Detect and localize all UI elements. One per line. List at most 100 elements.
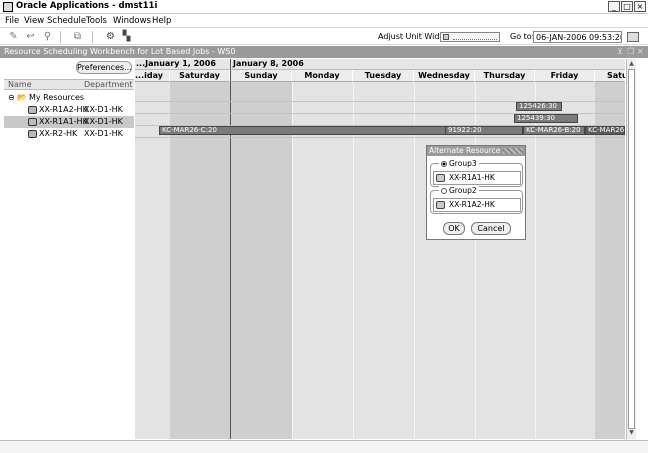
maximize-button[interactable]: □ <box>621 1 633 12</box>
day-header: Friday <box>535 70 595 82</box>
day-header: Saturday <box>170 70 230 82</box>
folder-icon: 📂 <box>17 93 27 102</box>
day-column-weekend <box>595 59 625 439</box>
day-header: Tuesday <box>353 70 414 82</box>
app-icon <box>3 2 13 12</box>
menu-help[interactable]: Help <box>152 16 171 26</box>
group2-label: Group2 <box>449 186 477 195</box>
job-bar[interactable]: KC-MAR26-C:20 <box>159 126 447 135</box>
day-column <box>292 59 353 439</box>
ok-button[interactable]: OK <box>443 222 465 235</box>
unit-width-slider[interactable] <box>440 32 500 42</box>
day-header: Saturd <box>595 70 625 82</box>
name-column-header[interactable]: Name <box>8 80 32 89</box>
job-bar[interactable]: 125439:30 <box>514 114 578 123</box>
day-header: Wednesday <box>414 70 475 82</box>
tree-row-resource[interactable]: XX-R2-HK XX-D1-HK <box>4 128 134 140</box>
job-bar[interactable]: KC-MAR26-D <box>585 126 625 135</box>
menu-file[interactable]: File <box>5 16 19 26</box>
group2-resource-name: XX-R1A2-HK <box>449 200 495 209</box>
resource-department: XX-D1-HK <box>84 129 123 138</box>
resource-icon <box>28 130 37 138</box>
resource-icon <box>436 201 445 209</box>
menu-tools[interactable]: Tools <box>86 16 107 26</box>
scroll-down-icon[interactable]: ▼ <box>628 429 635 437</box>
day-header: Monday <box>292 70 353 82</box>
gantt-chart[interactable]: ...January 1, 2006 January 8, 2006 ...id… <box>135 59 625 439</box>
menu-view[interactable]: View <box>24 16 44 26</box>
group3-box: Group3 XX-R1A1-HK <box>430 159 523 187</box>
job-bar[interactable]: 125426:30 <box>516 102 562 111</box>
job-bar[interactable]: 91922:20 <box>445 126 523 135</box>
resource-icon <box>28 106 37 114</box>
minimize-button[interactable]: _ <box>608 1 620 12</box>
inner-window-titlebar: Resource Scheduling Workbench for Lot Ba… <box>0 46 648 58</box>
day-column <box>353 59 414 439</box>
resource-icon <box>28 118 37 126</box>
copy-icon[interactable]: ⧉ <box>72 31 83 42</box>
zoom-icon[interactable]: ⚲ <box>42 31 53 42</box>
resource-tree-panel: Preferences... Name Department ⊖ 📂 My Re… <box>4 59 134 439</box>
dialog-grip-icon <box>503 148 523 154</box>
open-icon[interactable]: ✎ <box>8 31 19 42</box>
resource-department: XX-D1-HK <box>84 105 123 114</box>
menu-windows[interactable]: Windows <box>113 16 151 26</box>
scroll-up-icon[interactable]: ▲ <box>628 60 635 68</box>
job-bar[interactable]: KC-MAR26-B:20 <box>523 126 585 135</box>
resource-name: XX-R2-HK <box>39 129 78 138</box>
day-column-weekend <box>170 59 230 439</box>
resource-icon <box>436 174 445 182</box>
row-separator <box>135 137 625 138</box>
resource-name: XX-R1A2-HK <box>39 105 88 114</box>
day-column-weekend <box>230 59 292 439</box>
vertical-scrollbar[interactable]: ▲ ▼ <box>626 59 636 439</box>
day-header: Sunday <box>230 70 292 82</box>
menu-schedule[interactable]: Schedule <box>47 16 86 26</box>
day-header: ...iday <box>135 70 170 82</box>
day-column <box>135 59 170 439</box>
radio-unselected-icon[interactable] <box>441 188 447 194</box>
resource-department: XX-D1-HK <box>84 117 123 126</box>
close-button[interactable]: × <box>634 1 646 12</box>
tree-row-resource-selected[interactable]: XX-R1A1-HK XX-D1-HK <box>4 116 134 128</box>
week-label: January 8, 2006 <box>233 59 304 68</box>
week-label: ...January 1, 2006 <box>136 59 216 68</box>
preferences-button[interactable]: Preferences... <box>76 61 132 74</box>
resource-name: XX-R1A1-HK <box>39 117 88 126</box>
inner-close-icon[interactable]: ✕ <box>637 47 644 56</box>
week-header: ...January 1, 2006 <box>135 59 230 70</box>
tree-root-my-resources[interactable]: ⊖ 📂 My Resources <box>4 92 134 104</box>
cancel-button[interactable]: Cancel <box>471 222 511 235</box>
window-titlebar: Oracle Applications - dmst11i _ □ × <box>0 0 648 14</box>
radio-selected-icon[interactable] <box>441 161 447 167</box>
scroll-thumb[interactable] <box>628 69 635 429</box>
goto-label: Go to: <box>510 32 535 41</box>
inner-minimize-icon[interactable]: ⊻ <box>617 47 623 56</box>
group3-radio[interactable]: Group3 <box>439 159 479 168</box>
group3-resource-item[interactable]: XX-R1A1-HK <box>433 171 521 185</box>
tree-row-resource[interactable]: XX-R1A2-HK XX-D1-HK <box>4 104 134 116</box>
alternate-resource-dialog: Alternate Resource Group3 XX-R1A1-HK Gro… <box>426 145 526 240</box>
menu-bar: File View Schedule Tools Windows Help <box>0 14 648 27</box>
dialog-titlebar[interactable]: Alternate Resource <box>427 146 525 156</box>
toolbar-divider <box>60 31 61 43</box>
day-column <box>414 59 475 439</box>
dialog-title: Alternate Resource <box>429 146 501 155</box>
navigate-icon[interactable]: ↩ <box>25 31 36 42</box>
windows-icon[interactable]: ▚ <box>121 31 132 42</box>
horizontal-scrollbar[interactable] <box>0 440 648 453</box>
adjust-unit-width-label: Adjust Unit Width <box>378 32 448 41</box>
group2-resource-item[interactable]: XX-R1A2-HK <box>433 198 521 212</box>
group2-radio[interactable]: Group2 <box>439 186 479 195</box>
collapse-icon[interactable]: ⊖ <box>8 93 15 102</box>
inner-restore-icon[interactable]: ❐ <box>627 47 634 56</box>
tree-column-headers: Name Department <box>4 79 134 90</box>
calendar-icon[interactable] <box>627 32 639 42</box>
week-header: January 8, 2006 <box>230 59 625 70</box>
group3-resource-name: XX-R1A1-HK <box>449 173 495 182</box>
schedule-icon[interactable]: ⚙ <box>105 31 116 42</box>
slider-thumb[interactable] <box>443 34 449 40</box>
goto-date-field[interactable] <box>533 31 622 43</box>
department-column-header[interactable]: Department <box>84 80 132 89</box>
toolbar: ✎ ↩ ⚲ ⧉ ⚙ ▚ Adjust Unit Width Go to: <box>0 27 648 45</box>
